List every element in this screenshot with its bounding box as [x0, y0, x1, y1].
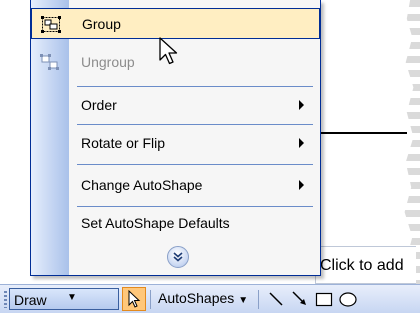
toolbar-grip-handle[interactable] — [4, 291, 7, 308]
group-icon — [41, 16, 61, 33]
dropdown-arrow-icon: ▼ — [238, 295, 249, 306]
menu-item-order[interactable]: Order — [31, 90, 320, 121]
click-to-add-placeholder[interactable]: Click to add — [315, 246, 416, 284]
menu-separator — [77, 206, 313, 207]
autoshapes-menu-button[interactable]: AutoShapes ▼ — [158, 290, 248, 306]
menu-item-label: Order — [81, 97, 117, 113]
menu-item-label: Group — [82, 16, 121, 32]
autoshapes-label: AutoShapes — [158, 290, 235, 306]
menu-separator — [77, 124, 313, 125]
drawing-toolbar: Draw ▼ AutoShapes ▼ — [0, 284, 420, 313]
arrow-icon[interactable] — [290, 289, 310, 309]
mouse-cursor-icon — [159, 37, 178, 65]
dropdown-arrow-icon: ▼ — [67, 292, 77, 303]
oval-icon[interactable] — [338, 289, 358, 309]
rectangle-icon[interactable] — [314, 289, 334, 309]
expand-menu-button[interactable] — [167, 246, 189, 268]
menu-item-set-autoshape-defaults[interactable]: Set AutoShape Defaults — [31, 208, 320, 239]
menu-item-label: Rotate or Flip — [81, 135, 166, 151]
line-icon[interactable] — [266, 289, 286, 309]
placeholder-text: Click to add — [320, 257, 404, 274]
submenu-arrow-icon — [299, 100, 304, 110]
menu-item-label: Ungroup — [81, 54, 135, 70]
menu-item-label: Set AutoShape Defaults — [81, 215, 230, 231]
menu-item-change-autoshape[interactable]: Change AutoShape — [31, 170, 320, 201]
menu-separator — [77, 86, 313, 87]
toolbar-separator — [150, 290, 151, 309]
select-pointer-button[interactable] — [122, 287, 146, 311]
submenu-arrow-icon — [299, 180, 304, 190]
select-pointer-icon — [128, 289, 141, 308]
menu-item-label: Change AutoShape — [81, 177, 203, 193]
toolbar-separator — [258, 290, 259, 309]
submenu-arrow-icon — [299, 138, 304, 148]
draw-label: Draw — [14, 292, 47, 308]
menu-item-rotate-or-flip[interactable]: Rotate or Flip — [31, 128, 320, 159]
menu-item-group[interactable]: Group — [31, 8, 320, 39]
draw-menu-button[interactable]: Draw ▼ — [9, 288, 119, 310]
ungroup-icon — [40, 54, 59, 70]
menu-separator — [77, 164, 313, 165]
double-chevron-down-icon — [173, 252, 183, 262]
